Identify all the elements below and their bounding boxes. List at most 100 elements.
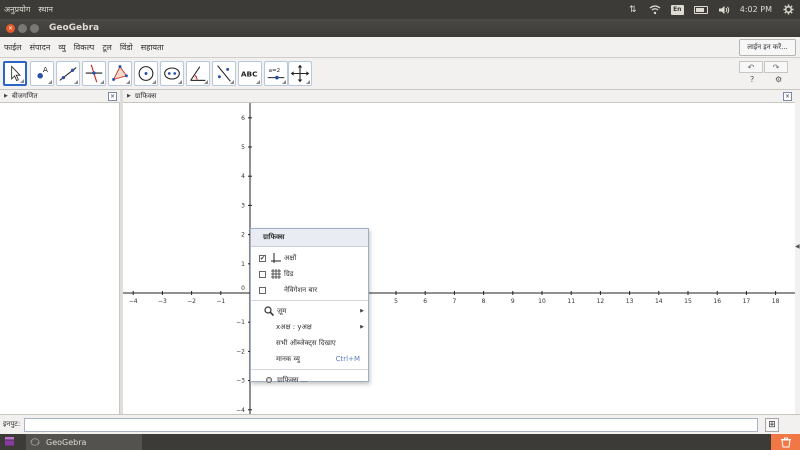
system-menu-places[interactable]: स्थान	[38, 4, 53, 15]
menu-bar: फाईल संपादन व्यु विकल्प टूल विंडो सहायता	[0, 37, 800, 58]
line-tool-icon[interactable]	[56, 61, 80, 86]
algebra-view-header[interactable]: ▶ बीजगणित ×	[0, 90, 120, 103]
menu-item-zoom-label: ज़ूम	[277, 306, 287, 315]
menu-item-axes[interactable]: ✔ अक्षों	[251, 250, 368, 266]
menu-item-zoom[interactable]: ज़ूम ▶	[251, 303, 368, 319]
window-title-bar[interactable]: × GeoGebra	[0, 19, 800, 37]
menu-file[interactable]: फाईल	[4, 42, 22, 53]
zoom-icon	[263, 306, 274, 316]
ellipse-tool-icon[interactable]	[160, 61, 184, 86]
menu-tools[interactable]: टूल	[102, 42, 111, 53]
standard-view-shortcut: Ctrl+M	[335, 355, 360, 363]
input-field[interactable]	[24, 418, 758, 432]
move-view-tool-icon[interactable]	[288, 61, 312, 86]
angle-tool-icon[interactable]: α	[186, 61, 210, 86]
menu-view[interactable]: व्यु	[58, 42, 65, 53]
menu-separator	[251, 369, 368, 370]
system-menu-applications[interactable]: अनुप्रयोग	[4, 4, 30, 15]
gear-icon[interactable]	[782, 4, 794, 16]
graphics-view-title: ग्राफिक्स	[134, 91, 157, 100]
x-axis-tick-label: 17	[743, 298, 751, 305]
x-axis-tick-label: 11	[567, 298, 575, 305]
x-axis-tick-label: −2	[187, 298, 196, 305]
graphics-view[interactable]: −4−3−2−112345678910111213141516171865432…	[123, 103, 795, 414]
point-tool-icon[interactable]: A	[30, 61, 54, 86]
sign-in-button[interactable]: लाईन इन करें...	[739, 39, 796, 56]
keyboard-layout-indicator[interactable]: En	[670, 4, 684, 15]
polygon-tool-icon[interactable]	[108, 61, 132, 86]
menu-window[interactable]: विंडो	[120, 42, 133, 53]
input-help-icon[interactable]: ⊞	[765, 418, 779, 432]
y-axis-tick-label: 0	[241, 285, 245, 292]
menu-options[interactable]: विकल्प	[74, 42, 95, 53]
menu-item-show-all-objects-label: सभी ऑब्जेक्ट्स दिखाए	[276, 338, 336, 347]
text-tool-icon[interactable]: ABC	[238, 61, 262, 86]
tool-bar: A α ABC a=2	[0, 58, 800, 90]
menu-separator	[251, 300, 368, 301]
x-axis-tick-label: 7	[452, 298, 456, 305]
volume-icon[interactable]	[718, 4, 730, 16]
y-axis-tick-label: −3	[236, 378, 245, 385]
reflect-tool-icon[interactable]	[212, 61, 236, 86]
slider-tool-icon[interactable]: a=2	[264, 61, 288, 86]
transfer-icon[interactable]: ⇅	[627, 4, 639, 16]
menu-item-show-all-objects[interactable]: सभी ऑब्जेक्ट्स दिखाए	[251, 335, 368, 351]
settings-icon[interactable]: ⚙	[775, 75, 782, 84]
maximize-window-button[interactable]	[30, 23, 39, 33]
axes-checkbox[interactable]: ✔	[259, 254, 266, 262]
x-axis-tick-label: 14	[655, 298, 663, 305]
y-axis-tick-label: −2	[236, 348, 245, 355]
menu-item-navigation-bar[interactable]: नेविगेशन बार	[251, 282, 368, 298]
submenu-arrow-icon: ▶	[360, 308, 364, 314]
taskbar: GeoGebra	[0, 434, 800, 450]
right-side-strip	[795, 90, 800, 414]
menu-item-graphics-settings[interactable]: ग्राफिक्स ...	[251, 372, 368, 388]
collapse-arrow-icon[interactable]: ◀	[795, 243, 800, 250]
axes-icon	[270, 253, 281, 263]
workspace-switcher-icon[interactable]	[5, 437, 14, 446]
grid-icon	[270, 269, 281, 279]
algebra-view-close-button[interactable]: ×	[108, 92, 117, 101]
system-top-panel: अनुप्रयोग स्थान ⇅ En 4:02 PM	[0, 0, 800, 19]
x-axis-tick-label: 6	[423, 298, 427, 305]
trash-icon[interactable]	[771, 434, 800, 450]
graphics-view-close-button[interactable]: ×	[783, 92, 792, 101]
text-tool-label: ABC	[241, 70, 258, 79]
move-tool-icon[interactable]	[3, 61, 27, 86]
redo-icon[interactable]: ↷	[764, 61, 788, 73]
wifi-icon[interactable]	[649, 4, 661, 16]
battery-icon[interactable]	[693, 5, 708, 14]
perpendicular-tool-icon[interactable]	[82, 61, 106, 86]
slider-tool-label: a=2	[269, 68, 280, 74]
x-axis-tick-label: −1	[216, 298, 225, 305]
navigation-bar-checkbox[interactable]	[259, 286, 266, 294]
undo-icon[interactable]: ↶	[739, 61, 763, 73]
x-axis-tick-label: 12	[597, 298, 605, 305]
menu-item-standard-view[interactable]: मानक व्यु Ctrl+M	[251, 351, 368, 367]
grid-checkbox[interactable]	[259, 270, 266, 278]
y-axis-tick-label: 1	[241, 261, 245, 268]
minimize-window-button[interactable]	[18, 23, 27, 33]
settings-gear-icon	[263, 375, 274, 385]
help-icon[interactable]: ?	[750, 75, 754, 84]
menu-help[interactable]: सहायता	[141, 42, 164, 53]
x-axis-tick-label: −3	[158, 298, 167, 305]
menu-edit[interactable]: संपादन	[30, 42, 51, 53]
graphics-view-header[interactable]: ▶ ग्राफिक्स ×	[123, 90, 795, 103]
y-axis-tick-label: 2	[241, 232, 245, 239]
y-axis-tick-label: 3	[241, 202, 245, 209]
circle-tool-icon[interactable]	[134, 61, 158, 86]
menu-item-axis-ratio[interactable]: xअक्ष : yअक्ष ▶	[251, 319, 368, 335]
menu-item-axis-ratio-label: xअक्ष : yअक्ष	[276, 322, 312, 331]
svg-text:α: α	[194, 76, 197, 81]
menu-item-grid[interactable]: ग्रिड	[251, 266, 368, 282]
close-window-button[interactable]: ×	[6, 23, 15, 33]
input-label: इनपुट:	[3, 420, 21, 428]
clock[interactable]: 4:02 PM	[740, 5, 772, 14]
taskbar-item-geogebra[interactable]: GeoGebra	[26, 434, 142, 450]
y-axis-tick-label: 6	[241, 115, 245, 122]
algebra-view[interactable]	[0, 103, 120, 414]
algebra-view-toggle-icon[interactable]: ▶	[4, 93, 8, 99]
x-axis-tick-label: 9	[511, 298, 515, 305]
graphics-view-toggle-icon[interactable]: ▶	[127, 93, 131, 99]
